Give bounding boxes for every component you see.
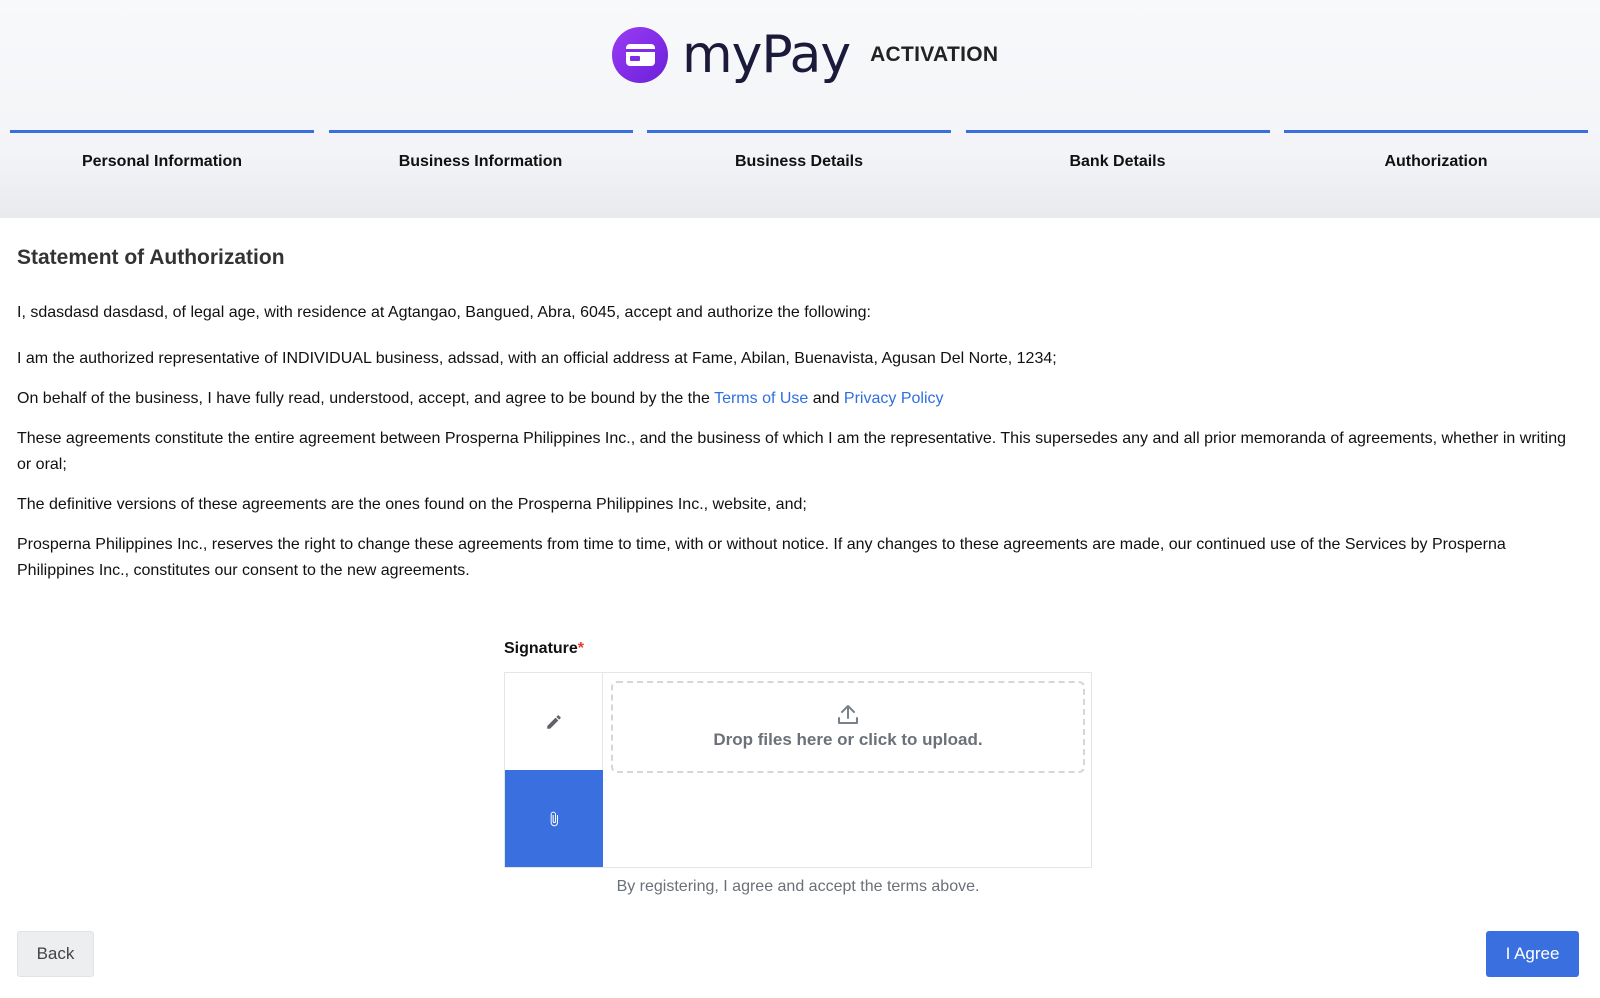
step-business-information[interactable]: Business Information	[328, 130, 633, 171]
statement-paragraph-representative: I am the authorized representative of IN…	[17, 350, 1057, 367]
upload-signature-tab[interactable]	[505, 770, 603, 867]
step-label: Authorization	[1384, 153, 1488, 170]
upload-icon	[838, 705, 858, 724]
page-title: ACTIVATION	[870, 43, 999, 66]
file-dropzone[interactable]: Drop files here or click to upload.	[611, 681, 1085, 773]
step-business-details[interactable]: Business Details	[647, 130, 951, 171]
section-heading: Statement of Authorization	[17, 246, 285, 269]
stepper: Personal Information Business Informatio…	[10, 130, 1588, 171]
signature-label-text: Signature	[504, 640, 578, 657]
authorization-statement: Statement of Authorization I, sdasdasd d…	[17, 246, 1577, 598]
statement-paragraph-entire-agreement: These agreements constitute the entire a…	[17, 430, 1567, 473]
statement-paragraph-residence: I, sdasdasd dasdasd, of legal age, with …	[17, 304, 871, 321]
terms-of-use-link[interactable]: Terms of Use	[714, 390, 808, 407]
header: myPay ACTIVATION Personal Information Bu…	[0, 0, 1600, 218]
agree-note: By registering, I agree and accept the t…	[616, 878, 980, 895]
step-label: Personal Information	[81, 153, 243, 170]
privacy-policy-link[interactable]: Privacy Policy	[844, 390, 944, 407]
dropzone-text: Drop files here or click to upload.	[713, 730, 983, 749]
brand: myPay ACTIVATION	[612, 27, 998, 83]
step-label: Business Details	[734, 153, 864, 170]
signature-label: Signature*	[504, 640, 1092, 662]
step-label: Business Information	[398, 153, 563, 170]
logo-text: myPay	[682, 25, 851, 85]
signature-box: Drop files here or click to upload.	[504, 672, 1092, 868]
statement-paragraph-terms: On behalf of the business, I have fully …	[17, 386, 1577, 412]
terms-and-text: and	[808, 390, 844, 407]
step-personal-information[interactable]: Personal Information	[10, 130, 314, 171]
signature-mode-tabs	[505, 673, 603, 867]
draw-signature-tab[interactable]	[505, 673, 603, 770]
back-button[interactable]: Back	[17, 931, 94, 977]
statement-paragraph-definitive-versions: The definitive versions of these agreeme…	[17, 496, 807, 513]
required-asterisk: *	[577, 640, 585, 657]
paperclip-icon	[550, 811, 558, 826]
pencil-icon	[547, 714, 561, 729]
signature-field: Signature* Drop files here or click to u…	[504, 640, 1092, 895]
statement-paragraph-changes: Prosperna Philippines Inc., reserves the…	[17, 536, 1506, 579]
step-authorization[interactable]: Authorization	[1284, 130, 1588, 171]
mypay-logo-icon	[612, 27, 668, 83]
step-label: Bank Details	[1069, 153, 1166, 170]
step-bank-details[interactable]: Bank Details	[965, 130, 1270, 171]
i-agree-button[interactable]: I Agree	[1486, 931, 1579, 977]
terms-prefix-text: On behalf of the business, I have fully …	[17, 390, 715, 407]
